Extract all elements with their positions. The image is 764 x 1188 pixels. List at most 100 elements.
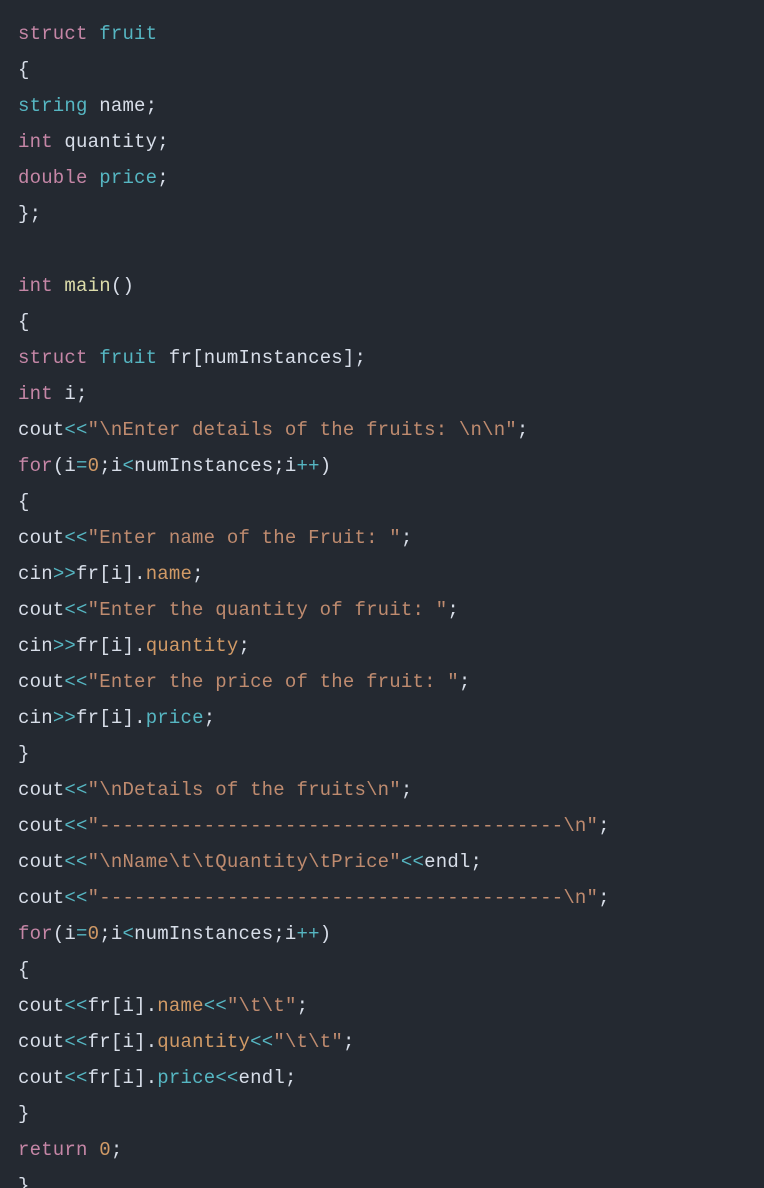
ident-i: i [111, 707, 123, 729]
op-assign: = [76, 923, 88, 945]
num-zero: 0 [88, 455, 100, 477]
ident-fr: fr [88, 995, 111, 1017]
kw-int: int [18, 131, 53, 153]
op-lshift: << [64, 599, 87, 621]
paren-open: ( [53, 455, 65, 477]
op-lt: < [122, 923, 134, 945]
str-enter-name: "Enter name of the Fruit: " [88, 527, 401, 549]
field-name: name [99, 95, 145, 117]
kw-int: int [18, 275, 53, 297]
semi: ; [401, 779, 413, 801]
str-enter-price: "Enter the price of the fruit: " [88, 671, 459, 693]
bracket-open: [ [111, 995, 123, 1017]
ident-cout: cout [18, 995, 64, 1017]
semi: ; [273, 455, 285, 477]
num-zero: 0 [88, 923, 100, 945]
ident-cout: cout [18, 851, 64, 873]
str-tt: "\t\t" [273, 1031, 343, 1053]
kw-double: double [18, 167, 88, 189]
semi: ; [355, 347, 367, 369]
ident-i: i [122, 1031, 134, 1053]
bracket-open: [ [99, 635, 111, 657]
brace-open: { [18, 491, 30, 513]
semi: ; [471, 851, 483, 873]
ident-i: i [64, 923, 76, 945]
type-string: string [18, 95, 88, 117]
op-rshift: >> [53, 707, 76, 729]
bracket-open: [ [111, 1031, 123, 1053]
kw-for: for [18, 455, 53, 477]
brace-close: } [18, 1175, 30, 1188]
ident-fr: fr [88, 1067, 111, 1089]
semi: ; [192, 563, 204, 585]
ident-fr: fr [76, 635, 99, 657]
ident-cout: cout [18, 419, 64, 441]
dot: . [146, 1031, 158, 1053]
op-lshift: << [401, 851, 424, 873]
field-price: price [99, 167, 157, 189]
semi: ; [273, 923, 285, 945]
field-quantity: quantity [157, 1031, 250, 1053]
ident-i: i [111, 455, 123, 477]
brace-open: { [18, 959, 30, 981]
semi: ; [297, 995, 309, 1017]
op-lshift: << [64, 1067, 87, 1089]
func-main: main [64, 275, 110, 297]
bracket-close: ] [134, 1067, 146, 1089]
ident-cout: cout [18, 599, 64, 621]
op-lshift: << [64, 887, 87, 909]
kw-for: for [18, 923, 53, 945]
op-lshift: << [64, 1031, 87, 1053]
paren-open: ( [53, 923, 65, 945]
op-lshift: << [64, 527, 87, 549]
brace-close: } [18, 1103, 30, 1125]
semi: ; [447, 599, 459, 621]
op-lshift: << [204, 995, 227, 1017]
bracket-close: ] [122, 635, 134, 657]
op-lshift: << [64, 851, 87, 873]
ident-fr: fr [169, 347, 192, 369]
semi: ; [99, 455, 111, 477]
semi: ; [285, 1067, 297, 1089]
field-name: name [146, 563, 192, 585]
dot: . [134, 563, 146, 585]
field-quantity: quantity [64, 131, 157, 153]
ident-cout: cout [18, 671, 64, 693]
ident-cout: cout [18, 779, 64, 801]
op-lshift: << [250, 1031, 273, 1053]
bracket-open: [ [111, 1067, 123, 1089]
ident-fr: fr [76, 707, 99, 729]
ident-i: i [111, 635, 123, 657]
ident-fr: fr [76, 563, 99, 585]
op-rshift: >> [53, 563, 76, 585]
brace-open: { [18, 311, 30, 333]
op-lshift: << [64, 815, 87, 837]
ident-i: i [64, 455, 76, 477]
op-lshift: << [64, 995, 87, 1017]
bracket-open: [ [99, 707, 111, 729]
paren-close: ) [320, 455, 332, 477]
ident-cout: cout [18, 1067, 64, 1089]
bracket-close: ] [134, 1031, 146, 1053]
ident-cout: cout [18, 887, 64, 909]
ident-numinstances: numInstances [134, 923, 273, 945]
semi: ; [76, 383, 88, 405]
op-inc: ++ [297, 455, 320, 477]
ident-i: i [111, 563, 123, 585]
field-price: price [157, 1067, 215, 1089]
kw-struct: struct [18, 347, 88, 369]
bracket-close: ] [134, 995, 146, 1017]
ident-i: i [122, 995, 134, 1017]
semi: ; [146, 95, 158, 117]
semi: ; [401, 527, 413, 549]
semi: ; [517, 419, 529, 441]
paren-close: ) [320, 923, 332, 945]
ident-cout: cout [18, 1031, 64, 1053]
field-name: name [157, 995, 203, 1017]
semi: ; [204, 707, 216, 729]
op-lshift: << [215, 1067, 238, 1089]
code-block: struct fruit { string name; int quantity… [0, 0, 764, 1188]
bracket-open: [ [99, 563, 111, 585]
bracket-close: ] [122, 707, 134, 729]
brace-open: { [18, 59, 30, 81]
